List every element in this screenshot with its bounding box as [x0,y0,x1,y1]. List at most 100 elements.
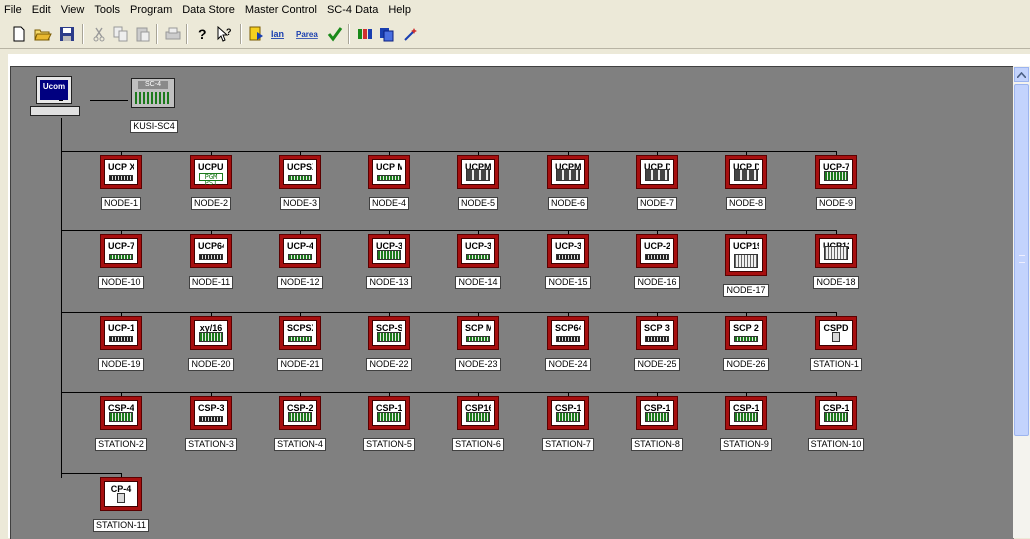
device-caption: STATION-7 [542,438,594,451]
device-node[interactable]: xy/16 NODE-20 [180,316,242,372]
open-icon[interactable] [34,25,52,43]
device-node[interactable]: CSP-30 STATION-3 [180,396,242,452]
menu-view[interactable]: View [56,0,90,20]
device-icon: UCP-1 [100,316,142,350]
device-node[interactable]: UCP128 NODE-18 [805,234,867,290]
device-label: UCP-36 [465,241,491,251]
copy-icon[interactable] [112,25,130,43]
device-caption: NODE-22 [366,358,412,371]
device-node[interactable]: UCP-1 NODE-19 [90,316,152,372]
device-node[interactable]: UCP-72 NODE-10 [90,234,152,290]
device-caption: STATION-10 [807,438,865,451]
device-caption: STATION-4 [274,438,326,451]
device-node[interactable]: UCP-72-2 NODE-9 [805,155,867,211]
device-node[interactable]: UCP-2 NODE-16 [626,234,688,290]
device-node[interactable]: SCP 32 NODE-25 [626,316,688,372]
device-node[interactable]: UCP-36-2 NODE-13 [358,234,420,290]
device-node[interactable]: SCPSX NODE-21 [269,316,331,372]
device-caption: NODE-1 [100,197,141,210]
device-panel [645,336,669,342]
new-icon[interactable] [10,25,28,43]
device-node[interactable]: CSP-1605 STATION-8 [626,396,688,452]
device-node[interactable]: CSP-1600 STATION-10 [805,396,867,452]
device-caption: NODE-15 [545,276,591,289]
device-caption: NODE-14 [455,276,501,289]
device-panel [824,171,848,181]
print-icon[interactable] [164,25,182,43]
menu-sc4-data[interactable]: SC-4 Data [322,0,383,20]
device-node[interactable]: UCPMMB NODE-5 [447,155,509,211]
help-icon[interactable]: ? [194,25,212,43]
device-node[interactable]: CP-4 STATION-11 [90,477,152,533]
device-node[interactable]: CSPD STATION-1 [805,316,867,372]
device-caption: NODE-17 [723,284,769,297]
device-label: UCP64 [198,241,224,251]
sc4-controller-icon[interactable]: SC-4 KUSI-SC4 [128,78,180,133]
device-panel [645,169,669,181]
menu-data-store[interactable]: Data Store [177,0,240,20]
device-panel [288,336,312,342]
device-node[interactable]: UCP192 NODE-17 [715,234,777,297]
device-node[interactable]: SCP MX NODE-23 [447,316,509,372]
device-node[interactable]: UCPSX NODE-3 [269,155,331,211]
device-node[interactable]: UCP-36 NODE-14 [447,234,509,290]
check-icon[interactable] [326,25,344,43]
menu-edit[interactable]: Edit [27,0,56,20]
menu-program[interactable]: Program [125,0,177,20]
device-node[interactable]: CSP16160 STATION-6 [447,396,509,452]
device-panel [824,412,848,422]
menu-tools[interactable]: Tools [89,0,125,20]
device-node[interactable]: UCP MX NODE-4 [358,155,420,211]
device-icon: UCP-32 [547,234,589,268]
grid-icon[interactable] [356,25,374,43]
device-node[interactable]: CSP-260 STATION-4 [269,396,331,452]
device-node[interactable]: CSP-40 STATION-2 [90,396,152,452]
ian-icon[interactable]: Ian [270,25,292,43]
device-node[interactable]: UCPMMA NODE-6 [537,155,599,211]
connection-line [90,100,128,101]
device-node[interactable]: UCP DTB NODE-7 [626,155,688,211]
parea-icon[interactable]: Parea [296,25,322,43]
paste-icon[interactable] [134,25,152,43]
device-label: CSP-30 [198,403,224,413]
vertical-scrollbar[interactable] [1013,66,1030,538]
cut-icon[interactable] [90,25,108,43]
device-caption: STATION-6 [452,438,504,451]
device-label: UCP MX [376,162,402,172]
wand-icon[interactable] [402,25,420,43]
device-node[interactable]: SCP 2 NODE-26 [715,316,777,372]
device-panel [824,246,848,260]
device-node[interactable]: UCP DTA NODE-8 [715,155,777,211]
device-node[interactable]: UCP-32 NODE-15 [537,234,599,290]
device-panel [199,254,223,260]
connection-line [61,230,837,231]
device-node[interactable]: UCP XY NODE-1 [90,155,152,211]
save-icon[interactable] [58,25,76,43]
computer-icon[interactable]: Ucom [28,76,90,120]
device-node[interactable]: SCP-SD16 NODE-22 [358,316,420,372]
context-help-icon[interactable]: ? [216,25,234,43]
device-panel [466,169,490,181]
device-node[interactable]: UCP64 NODE-11 [180,234,242,290]
scroll-up-icon[interactable] [1014,67,1029,82]
menu-help[interactable]: Help [383,0,416,20]
network-diagram-canvas[interactable] [10,66,1014,539]
copy-device-icon[interactable] [378,25,396,43]
device-node[interactable]: CSP-1602 STATION-9 [715,396,777,452]
svg-text:Ian: Ian [271,29,284,39]
menu-master-control[interactable]: Master Control [240,0,322,20]
scroll-thumb[interactable] [1014,84,1029,436]
device-node[interactable]: CSP-1610 STATION-7 [537,396,599,452]
sc4-device-label: SC-4 [138,81,168,89]
menu-file[interactable]: File [0,0,27,20]
device-caption: NODE-8 [725,197,766,210]
device-panel [199,332,223,342]
device-node[interactable]: SCP64 NODE-24 [537,316,599,372]
device-panel [109,175,133,181]
device-node[interactable]: UCP-48 NODE-12 [269,234,331,290]
device-node[interactable]: CSP-1910 STATION-5 [358,396,420,452]
device-node[interactable]: UCPUMDPGM PST NODE-2 [180,155,242,211]
device-panel [288,412,312,422]
run-icon[interactable] [248,25,266,43]
device-label: UCPSX [287,162,313,172]
